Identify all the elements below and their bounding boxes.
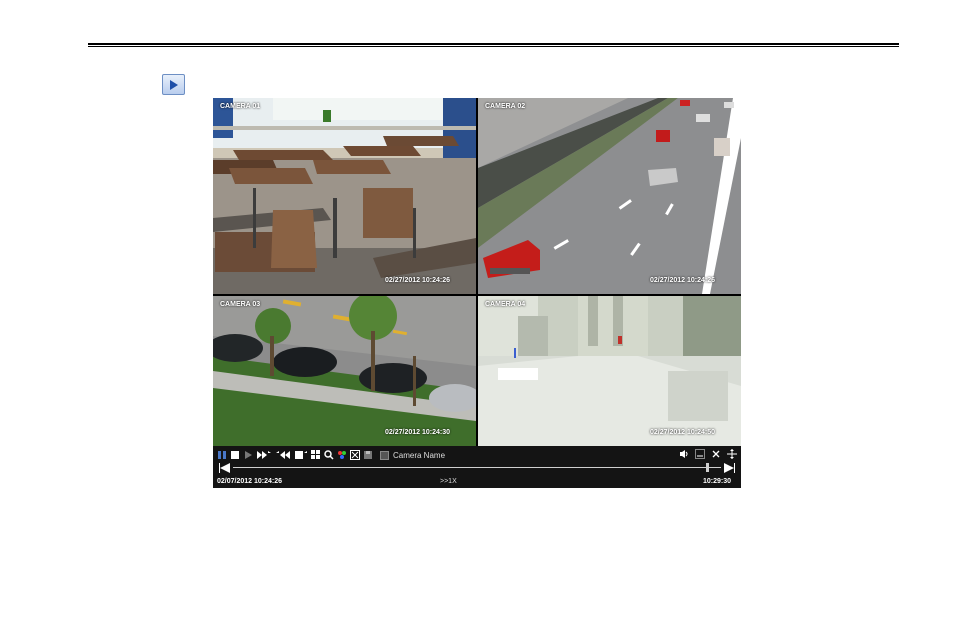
playback-end-time: 10:29:30	[702, 478, 731, 485]
seek-forward-icon[interactable]	[723, 463, 735, 473]
camera-timestamp: 02/27/2012 10:24:26	[385, 277, 450, 284]
dvr-playback-window: CAMERA 01 02/27/2012 10:24:26 CAMERA 02 …	[213, 98, 741, 488]
seek-track[interactable]	[233, 467, 721, 468]
single-screen-icon[interactable]	[294, 450, 308, 460]
fullscreen-icon[interactable]	[727, 449, 737, 459]
camera-timestamp: 02/27/2012 10:24:50	[650, 429, 715, 436]
seek-back-icon[interactable]	[219, 463, 231, 473]
page: CAMERA 01 02/27/2012 10:24:26 CAMERA 02 …	[0, 0, 954, 636]
camera-3-image	[213, 296, 476, 446]
playback-toolbar: Camera Name	[217, 449, 445, 461]
header-rule	[88, 43, 899, 45]
color-icon[interactable]	[337, 450, 347, 460]
camera-label: CAMERA 04	[485, 301, 526, 308]
camera-1-image	[213, 98, 476, 294]
camera-view-2[interactable]: CAMERA 02 02/27/2012 10:24:26	[478, 98, 741, 294]
camera-view-1[interactable]: CAMERA 01 02/27/2012 10:24:26	[213, 98, 476, 294]
camera-2-image	[478, 98, 741, 294]
seek-thumb[interactable]	[706, 463, 710, 472]
seek-bar[interactable]	[219, 463, 735, 473]
camera-name-checkbox[interactable]	[380, 450, 389, 460]
play-button[interactable]	[162, 74, 185, 95]
camera-label: CAMERA 02	[485, 103, 526, 110]
playback-controls: Camera Name 02/07/2012 10:24:26 >>1X 10:…	[213, 446, 741, 488]
camera-timestamp: 02/27/2012 10:24:26	[650, 277, 715, 284]
header-rule-thin	[88, 46, 899, 47]
camera-name-label: Camera Name	[393, 450, 446, 460]
play-icon	[170, 80, 178, 90]
rewind-icon[interactable]	[275, 450, 291, 460]
camera-view-3[interactable]: CAMERA 03 02/27/2012 10:24:30	[213, 296, 476, 446]
playback-start-time: 02/07/2012 10:24:26	[217, 478, 282, 485]
save-icon[interactable]	[363, 450, 373, 460]
window-controls	[679, 449, 737, 459]
minimize-icon[interactable]	[695, 449, 705, 459]
fast-forward-icon[interactable]	[256, 450, 272, 460]
clip-icon[interactable]	[350, 450, 360, 460]
camera-timestamp: 02/27/2012 10:24:30	[385, 429, 450, 436]
camera-4-image	[478, 296, 741, 446]
play-icon[interactable]	[243, 450, 253, 460]
quad-screen-icon[interactable]	[311, 450, 321, 460]
zoom-icon[interactable]	[324, 450, 334, 460]
close-icon[interactable]	[711, 449, 721, 459]
camera-label: CAMERA 03	[220, 301, 261, 308]
camera-view-4[interactable]: CAMERA 04 02/27/2012 10:24:50	[478, 296, 741, 446]
volume-icon[interactable]	[679, 449, 689, 459]
stop-icon[interactable]	[230, 450, 240, 460]
camera-label: CAMERA 01	[220, 103, 261, 110]
playback-speed: >>1X	[440, 478, 457, 485]
pause-icon[interactable]	[217, 450, 227, 460]
